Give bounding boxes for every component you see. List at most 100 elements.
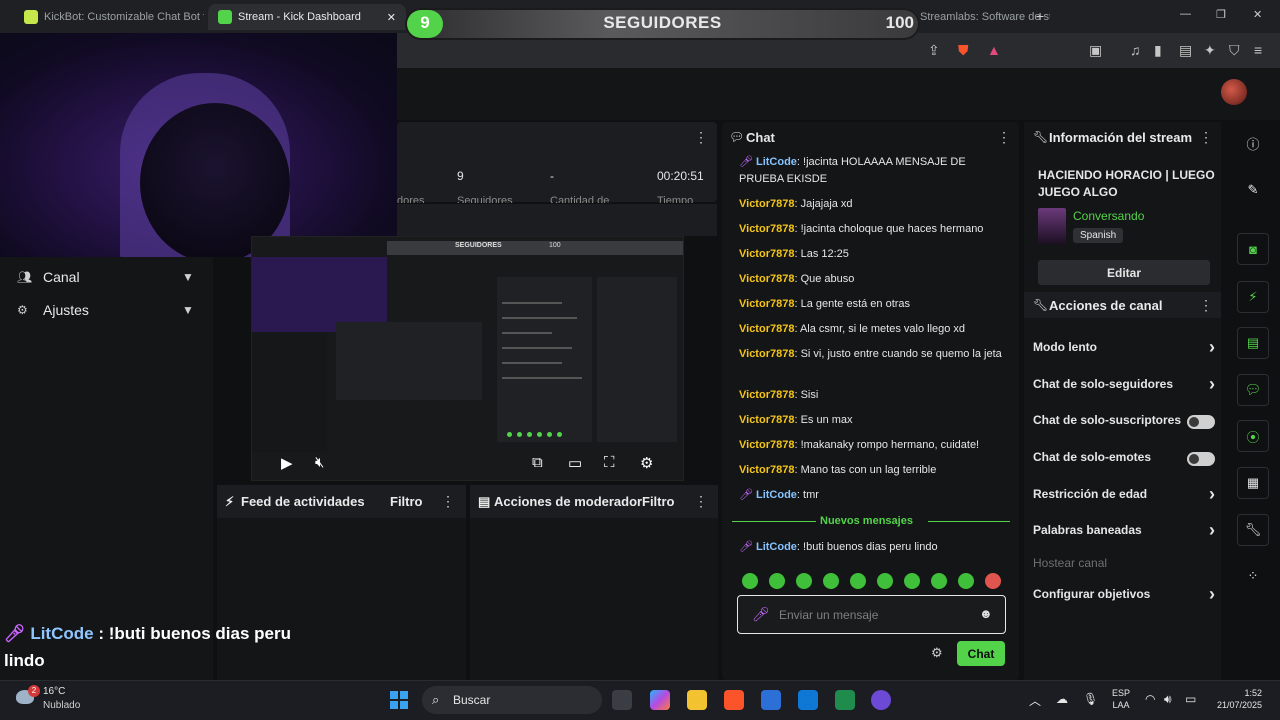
emote-icon[interactable] bbox=[796, 573, 812, 589]
channel-action-restricci-n-de-edad[interactable]: Restricción de edad › bbox=[1033, 484, 1215, 505]
emote-icon[interactable] bbox=[904, 573, 920, 589]
more-options-icon[interactable]: ⋮ bbox=[1199, 129, 1213, 146]
chat-message[interactable]: Victor7878: !jacinta choloque que haces … bbox=[739, 221, 1009, 238]
weather-temperature[interactable]: 16°C bbox=[43, 686, 65, 697]
info-icon[interactable]: ⓘ bbox=[1237, 127, 1269, 159]
edit-icon[interactable]: ✎ bbox=[1237, 174, 1269, 206]
chat-username[interactable]: Victor7878 bbox=[739, 348, 794, 360]
filter-button[interactable]: Filtro bbox=[390, 494, 423, 509]
weather-condition[interactable]: Nublado bbox=[43, 700, 80, 711]
play-icon[interactable]: ▶ bbox=[281, 454, 293, 472]
chat-username[interactable]: Victor7878 bbox=[739, 298, 794, 310]
leo-icon[interactable]: ✦ bbox=[1204, 42, 1216, 59]
chat-username[interactable]: LitCode bbox=[756, 156, 797, 168]
share-icon[interactable]: ⇪ bbox=[928, 42, 940, 59]
chat-username[interactable]: Victor7878 bbox=[739, 389, 794, 401]
input-language[interactable]: ESP LAA bbox=[1112, 687, 1130, 711]
channel-action-modo-lento[interactable]: Modo lento › bbox=[1033, 337, 1215, 358]
close-window-button[interactable]: ✕ bbox=[1253, 8, 1262, 21]
layout-icon[interactable]: ▦ bbox=[1237, 467, 1269, 499]
chat-username[interactable]: Victor7878 bbox=[739, 198, 794, 210]
sidebar-toggle-icon[interactable]: ▮ bbox=[1154, 42, 1162, 59]
chat-message[interactable]: Victor7878: Ala csmr, si le metes valo l… bbox=[739, 321, 1009, 338]
outlook-icon[interactable] bbox=[798, 690, 818, 710]
brave-shield-icon[interactable]: ⛊ bbox=[958, 42, 969, 59]
category-link[interactable]: Conversando bbox=[1073, 209, 1144, 223]
emote-icon[interactable] bbox=[931, 573, 947, 589]
taskbar-search[interactable]: ⌕ Buscar bbox=[422, 686, 602, 714]
toggle-switch[interactable] bbox=[1187, 452, 1215, 466]
chat-settings-icon[interactable]: ⚙ bbox=[931, 645, 943, 661]
sidebar-item-ajustes[interactable]: ⚙ Ajustes ▼ bbox=[0, 295, 213, 325]
document-icon[interactable]: ▤ bbox=[1237, 327, 1269, 359]
chat-username[interactable]: Victor7878 bbox=[739, 223, 794, 235]
chat-message[interactable]: Victor7878: Es un max bbox=[739, 412, 1009, 429]
send-chat-button[interactable]: Chat bbox=[957, 641, 1005, 666]
toggle-switch[interactable] bbox=[1187, 415, 1215, 429]
chat-message-input[interactable] bbox=[779, 606, 969, 624]
tab-streamlabs[interactable]: Streamlabs: Software de streaming gr bbox=[920, 4, 1050, 30]
windows-start-icon[interactable] bbox=[390, 691, 408, 709]
channel-action-palabras-baneadas[interactable]: Palabras baneadas › bbox=[1033, 520, 1215, 541]
reader-mode-icon[interactable]: ▣ bbox=[1089, 42, 1102, 59]
tab-close-icon[interactable]: ✕ bbox=[387, 11, 396, 24]
chat-message[interactable]: 🎤︎ LitCode: !buti buenos dias peru lindo bbox=[739, 539, 1009, 556]
camera-icon[interactable]: ◙ bbox=[1237, 233, 1269, 265]
bolt-icon[interactable]: ⚡︎ bbox=[1237, 281, 1269, 313]
system-clock[interactable]: 1:52 21/07/2025 bbox=[1210, 687, 1262, 711]
avatar[interactable] bbox=[1221, 79, 1247, 105]
app-icon[interactable] bbox=[835, 690, 855, 710]
emote-icon[interactable] bbox=[985, 573, 1001, 589]
chat-message[interactable]: Victor7878: Jajajaja xd bbox=[739, 196, 1009, 213]
menu-icon[interactable]: ≡ bbox=[1254, 42, 1262, 58]
emote-icon[interactable] bbox=[958, 573, 974, 589]
filter-button[interactable]: Filtro bbox=[642, 494, 675, 509]
broadcast-icon[interactable]: ⦿ bbox=[1237, 420, 1269, 452]
more-options-icon[interactable]: ⋮ bbox=[1199, 297, 1213, 314]
chevron-up-icon[interactable]: ︿ bbox=[1029, 692, 1041, 709]
cloud-sync-icon[interactable]: ☁ bbox=[1056, 692, 1068, 706]
chat-message[interactable]: Victor7878: Mano tas con un lag terrible bbox=[739, 462, 1009, 479]
brave-browser-icon[interactable] bbox=[724, 690, 744, 710]
chat-username[interactable]: Victor7878 bbox=[739, 323, 794, 335]
chat-username[interactable]: Victor7878 bbox=[739, 439, 794, 451]
mute-icon[interactable]: 🔇︎ bbox=[315, 454, 324, 471]
channel-action-configurar-objetivos[interactable]: Configurar objetivos › bbox=[1033, 584, 1215, 605]
chat-message[interactable]: Victor7878: Que abuso bbox=[739, 271, 1009, 288]
settings-icon[interactable]: ⚙ bbox=[640, 454, 653, 472]
emote-icon[interactable] bbox=[850, 573, 866, 589]
chat-username[interactable]: Victor7878 bbox=[739, 273, 794, 285]
emote-icon[interactable] bbox=[823, 573, 839, 589]
theater-icon[interactable]: ▭ bbox=[568, 454, 582, 472]
minimize-button[interactable]: — bbox=[1180, 8, 1191, 20]
tab-kick-dashboard[interactable]: Stream - Kick Dashboard ✕ bbox=[208, 4, 406, 30]
sidebar-item-canal[interactable]: 👥︎ Canal ▼ bbox=[0, 262, 213, 292]
chat-message[interactable]: Victor7878: !makanaky rompo hermano, cui… bbox=[739, 437, 1009, 454]
edit-stream-button[interactable]: Editar bbox=[1038, 260, 1210, 285]
wallet-icon[interactable]: ▤ bbox=[1179, 42, 1192, 59]
emoji-picker-icon[interactable]: ☻ bbox=[979, 606, 993, 621]
emote-icon[interactable] bbox=[877, 573, 893, 589]
chat-username[interactable]: LitCode bbox=[756, 489, 797, 501]
fullscreen-icon[interactable]: ⛶ bbox=[604, 454, 615, 471]
microphone-icon[interactable]: 🎙︎ bbox=[1083, 692, 1098, 706]
battery-icon[interactable]: ▭ bbox=[1185, 692, 1196, 706]
apps-icon[interactable]: ⁘ bbox=[1237, 560, 1269, 592]
chat-bubble-icon[interactable]: 💬︎ bbox=[1237, 374, 1269, 406]
vpn-icon[interactable]: ⛉ bbox=[1229, 42, 1240, 59]
tab-kickbot[interactable]: KickBot: Customizable Chat Bot for K bbox=[14, 4, 204, 30]
emote-icon[interactable] bbox=[742, 573, 758, 589]
wifi-icon[interactable]: ◠ bbox=[1145, 692, 1155, 706]
store-icon[interactable] bbox=[761, 690, 781, 710]
more-options-icon[interactable]: ⋮ bbox=[694, 129, 708, 146]
brave-rewards-icon[interactable]: ▲ bbox=[987, 42, 1001, 58]
more-options-icon[interactable]: ⋮ bbox=[441, 493, 455, 510]
chat-message[interactable]: Victor7878: Sisi bbox=[739, 387, 1009, 404]
chat-username[interactable]: Victor7878 bbox=[739, 464, 794, 476]
channel-action-chat-de-solo-seguidores[interactable]: Chat de solo-seguidores › bbox=[1033, 374, 1215, 395]
more-options-icon[interactable]: ⋮ bbox=[997, 129, 1011, 146]
chat-message[interactable]: Victor7878: La gente está en otras bbox=[739, 296, 1009, 313]
emote-icon[interactable] bbox=[769, 573, 785, 589]
file-explorer-icon[interactable] bbox=[687, 690, 707, 710]
chat-username[interactable]: Victor7878 bbox=[739, 248, 794, 260]
